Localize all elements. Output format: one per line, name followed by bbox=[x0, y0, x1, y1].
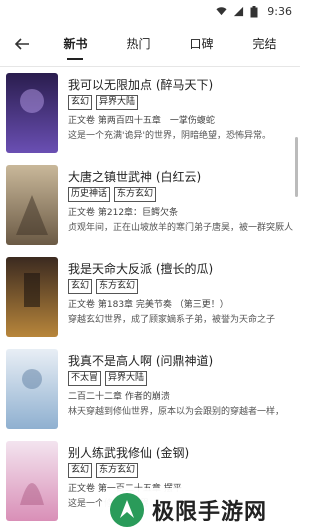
book-title: 我是天命大反派 (擅长的瓜) bbox=[68, 262, 214, 276]
book-title: 我真不是高人啊 (问鼎神道) bbox=[68, 354, 214, 368]
book-title: 大唐之镇世武神 (白红云) bbox=[68, 170, 202, 184]
status-time: 9:36 bbox=[267, 4, 292, 18]
book-cover bbox=[6, 165, 58, 245]
tab-finished[interactable]: 完结 bbox=[248, 22, 280, 66]
book-tag[interactable]: 东方玄幻 bbox=[96, 463, 139, 478]
book-tag[interactable]: 东方玄幻 bbox=[114, 187, 157, 202]
book-description: 贞观年间，正在山坡放羊的寒门弟子唐昊，被一群突厥人 bbox=[68, 223, 294, 233]
tab-hot[interactable]: 热门 bbox=[122, 22, 154, 66]
arrow-left-icon bbox=[14, 38, 29, 50]
status-bar: 9:36 bbox=[0, 0, 300, 22]
header: 新书 热门 口碑 完结 bbox=[0, 22, 300, 67]
book-cover bbox=[6, 441, 58, 521]
book-tags: 历史神话 东方玄幻 bbox=[68, 187, 157, 202]
book-description: 穿越玄幻世界，成了顾家嫡系子弟，被誉为天命之子 bbox=[68, 315, 276, 325]
book-tags: 玄幻 东方玄幻 bbox=[68, 463, 139, 478]
book-tag[interactable]: 不太冒 bbox=[68, 371, 102, 386]
book-cover bbox=[6, 257, 58, 337]
book-latest-chapter: 正文卷 第212章：巨鳄欠条 bbox=[68, 208, 179, 218]
wifi-icon bbox=[216, 6, 227, 17]
book-cover bbox=[6, 73, 58, 153]
book-tag[interactable]: 东方玄幻 bbox=[96, 279, 139, 294]
book-tags: 玄幻 异界大陆 bbox=[68, 95, 139, 110]
watermark-logo-icon bbox=[110, 493, 144, 527]
tab-new[interactable]: 新书 bbox=[59, 22, 91, 66]
scrollbar[interactable] bbox=[295, 137, 298, 197]
signal-icon bbox=[233, 6, 244, 17]
book-tag[interactable]: 异界大陆 bbox=[96, 95, 139, 110]
battery-icon bbox=[250, 5, 261, 17]
watermark: 极限手游网 bbox=[100, 488, 300, 532]
book-title: 别人练武我修仙 (金钢) bbox=[68, 446, 190, 460]
book-cover bbox=[6, 349, 58, 429]
book-tag[interactable]: 玄幻 bbox=[68, 279, 93, 294]
book-description: 这是一个充满'诡异'的世界，阴暗绝望，恐怖异常。 bbox=[68, 131, 271, 141]
watermark-text: 极限手游网 bbox=[152, 500, 268, 525]
book-title: 我可以无限加点 (醉马天下) bbox=[68, 78, 214, 92]
book-item[interactable]: 我真不是高人啊 (问鼎神道) 不太冒 异界大陆 二百二十二章 作者的崩溃 林天穿… bbox=[0, 349, 300, 429]
back-button[interactable] bbox=[0, 22, 44, 66]
book-description: 林天穿越到修仙世界，原本以为会跟别的穿越者一样， bbox=[68, 407, 285, 417]
book-latest-chapter: 正文卷 第183章 完美节奏 （第三更！） bbox=[68, 300, 229, 310]
tab-reputation[interactable]: 口碑 bbox=[185, 22, 217, 66]
book-tag[interactable]: 异界大陆 bbox=[105, 371, 148, 386]
book-tag[interactable]: 玄幻 bbox=[68, 463, 93, 478]
tab-bar: 新书 热门 口碑 完结 bbox=[44, 22, 300, 66]
book-tags: 玄幻 东方玄幻 bbox=[68, 279, 139, 294]
book-item[interactable]: 我可以无限加点 (醉马天下) 玄幻 异界大陆 正文卷 第两百四十五章 一掌伤蝮蛇… bbox=[0, 73, 300, 153]
book-item[interactable]: 我是天命大反派 (擅长的瓜) 玄幻 东方玄幻 正文卷 第183章 完美节奏 （第… bbox=[0, 257, 300, 337]
book-tag[interactable]: 玄幻 bbox=[68, 95, 93, 110]
book-latest-chapter: 二百二十二章 作者的崩溃 bbox=[68, 392, 170, 402]
book-tag[interactable]: 历史神话 bbox=[68, 187, 111, 202]
book-latest-chapter: 正文卷 第两百四十五章 一掌伤蝮蛇 bbox=[68, 116, 215, 126]
book-item[interactable]: 大唐之镇世武神 (白红云) 历史神话 东方玄幻 正文卷 第212章：巨鳄欠条 贞… bbox=[0, 165, 300, 245]
book-list: 我可以无限加点 (醉马天下) 玄幻 异界大陆 正文卷 第两百四十五章 一掌伤蝮蛇… bbox=[0, 67, 300, 532]
book-tags: 不太冒 异界大陆 bbox=[68, 371, 148, 386]
